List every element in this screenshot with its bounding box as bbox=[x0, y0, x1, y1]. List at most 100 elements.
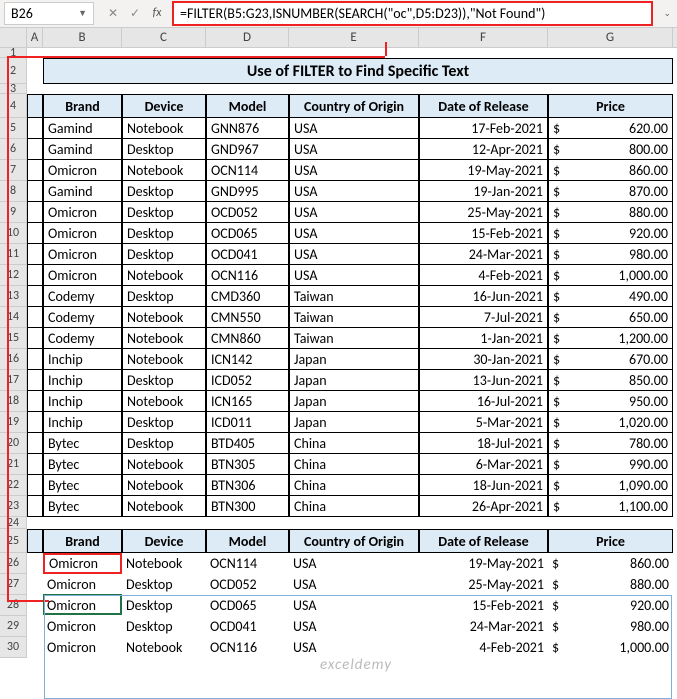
cell-country[interactable]: USA bbox=[289, 244, 419, 265]
cell-price[interactable]: $1,020.00 bbox=[548, 412, 673, 433]
cell-date[interactable]: 16-Jun-2021 bbox=[419, 286, 548, 307]
cell-price[interactable]: $920.00 bbox=[548, 223, 673, 244]
cell-country[interactable]: USA bbox=[289, 574, 419, 595]
cell-date[interactable]: 5-Mar-2021 bbox=[419, 412, 548, 433]
row-header[interactable]: 2 bbox=[0, 58, 27, 84]
cell-device[interactable]: Desktop bbox=[122, 181, 206, 202]
filter-header[interactable]: Country of Origin bbox=[289, 529, 419, 553]
cell-price[interactable]: $1,100.00 bbox=[548, 496, 673, 517]
cell-country[interactable]: USA bbox=[289, 265, 419, 286]
cell-model[interactable]: GND995 bbox=[206, 181, 289, 202]
cell-brand[interactable]: Omicron bbox=[43, 595, 122, 616]
cell-model[interactable]: CMN550 bbox=[206, 307, 289, 328]
cell[interactable] bbox=[27, 517, 43, 529]
cell-device[interactable]: Notebook bbox=[122, 118, 206, 139]
cell-date[interactable]: 17-Feb-2021 bbox=[419, 118, 548, 139]
cell-brand[interactable]: Bytec bbox=[43, 433, 122, 454]
cell-brand[interactable]: Gamind bbox=[43, 139, 122, 160]
cell-country[interactable]: USA bbox=[289, 118, 419, 139]
cell[interactable] bbox=[27, 94, 43, 118]
fx-icon[interactable]: fx bbox=[148, 6, 166, 21]
filter-header[interactable]: Brand bbox=[43, 529, 122, 553]
cell[interactable] bbox=[27, 496, 43, 517]
cell-country[interactable]: China bbox=[289, 454, 419, 475]
cell-brand[interactable]: Omicron bbox=[43, 160, 122, 181]
cell-country[interactable]: USA bbox=[289, 181, 419, 202]
cell-brand[interactable]: Gamind bbox=[43, 118, 122, 139]
cell[interactable] bbox=[27, 595, 43, 616]
row-header[interactable]: 18 bbox=[0, 391, 27, 412]
cell-device[interactable]: Notebook bbox=[122, 391, 206, 412]
row-header[interactable]: 21 bbox=[0, 454, 27, 475]
cell[interactable] bbox=[27, 307, 43, 328]
cell-date[interactable]: 19-Jan-2021 bbox=[419, 181, 548, 202]
cell-brand[interactable]: Codemy bbox=[43, 307, 122, 328]
cell-device[interactable]: Notebook bbox=[122, 475, 206, 496]
cell-date[interactable]: 15-Feb-2021 bbox=[419, 223, 548, 244]
cell-model[interactable]: CMD360 bbox=[206, 286, 289, 307]
row-header[interactable]: 5 bbox=[0, 118, 27, 139]
cell-device[interactable]: Desktop bbox=[122, 244, 206, 265]
cell[interactable] bbox=[27, 286, 43, 307]
cell-date[interactable]: 16-Jul-2021 bbox=[419, 391, 548, 412]
cell-price[interactable]: $800.00 bbox=[548, 139, 673, 160]
cell-model[interactable]: ICN142 bbox=[206, 349, 289, 370]
row-header[interactable]: 26 bbox=[0, 553, 27, 574]
cell[interactable] bbox=[27, 454, 43, 475]
cell[interactable] bbox=[27, 349, 43, 370]
cell-country[interactable]: China bbox=[289, 433, 419, 454]
cell-date[interactable]: 7-Jul-2021 bbox=[419, 307, 548, 328]
cell-brand[interactable]: Inchip bbox=[43, 349, 122, 370]
cell-country[interactable]: USA bbox=[289, 553, 419, 574]
cell-brand[interactable]: Codemy bbox=[43, 286, 122, 307]
cancel-icon[interactable]: ✕ bbox=[104, 6, 122, 21]
cell-country[interactable]: China bbox=[289, 496, 419, 517]
cell-device[interactable]: Notebook bbox=[122, 265, 206, 286]
cell[interactable] bbox=[27, 202, 43, 223]
cell-device[interactable]: Desktop bbox=[122, 202, 206, 223]
row-header[interactable]: 13 bbox=[0, 286, 27, 307]
cell-price[interactable]: $1,090.00 bbox=[548, 475, 673, 496]
cell-date[interactable]: 13-Jun-2021 bbox=[419, 370, 548, 391]
cell-price[interactable]: $780.00 bbox=[548, 433, 673, 454]
cell-date[interactable]: 19-May-2021 bbox=[419, 160, 548, 181]
cell-price[interactable]: $860.00 bbox=[548, 160, 673, 181]
cell-date[interactable]: 15-Feb-2021 bbox=[419, 595, 548, 616]
cell-device[interactable]: Desktop bbox=[122, 223, 206, 244]
row-header[interactable]: 6 bbox=[0, 139, 27, 160]
cell[interactable] bbox=[27, 58, 43, 84]
cell-brand[interactable]: Omicron bbox=[43, 265, 122, 286]
cell[interactable] bbox=[27, 118, 43, 139]
cell-price[interactable]: $880.00 bbox=[548, 574, 673, 595]
cell[interactable] bbox=[27, 553, 43, 574]
filter-header[interactable]: Device bbox=[122, 529, 206, 553]
table-header[interactable]: Price bbox=[548, 94, 673, 118]
cell[interactable] bbox=[27, 391, 43, 412]
cell-country[interactable]: USA bbox=[289, 160, 419, 181]
cell-price[interactable]: $920.00 bbox=[548, 595, 673, 616]
cell-country[interactable]: USA bbox=[289, 223, 419, 244]
col-header[interactable]: B bbox=[43, 28, 122, 47]
row-header[interactable]: 16 bbox=[0, 349, 27, 370]
cell-country[interactable]: China bbox=[289, 475, 419, 496]
cell-price[interactable]: $670.00 bbox=[548, 349, 673, 370]
cell-model[interactable]: OCD052 bbox=[206, 202, 289, 223]
cell[interactable] bbox=[27, 265, 43, 286]
cell-brand[interactable]: Inchip bbox=[43, 370, 122, 391]
row-header[interactable]: 4 bbox=[0, 94, 27, 118]
cell-date[interactable]: 18-Jul-2021 bbox=[419, 433, 548, 454]
cell-price[interactable]: $980.00 bbox=[548, 616, 673, 637]
cell-model[interactable]: OCN116 bbox=[206, 265, 289, 286]
table-header[interactable]: Model bbox=[206, 94, 289, 118]
cell-country[interactable]: Japan bbox=[289, 412, 419, 433]
cell-price[interactable]: $490.00 bbox=[548, 286, 673, 307]
cell-country[interactable]: USA bbox=[289, 595, 419, 616]
cell-brand[interactable]: Inchip bbox=[43, 412, 122, 433]
cell-brand[interactable]: Omicron bbox=[43, 202, 122, 223]
cell-device[interactable]: Notebook bbox=[122, 349, 206, 370]
cell-price[interactable]: $860.00 bbox=[548, 553, 673, 574]
cell-brand[interactable]: Gamind bbox=[43, 181, 122, 202]
cell-price[interactable]: $850.00 bbox=[548, 370, 673, 391]
cell-price[interactable]: $1,000.00 bbox=[548, 637, 673, 658]
expand-formula-icon[interactable]: ⌄ bbox=[657, 8, 677, 19]
